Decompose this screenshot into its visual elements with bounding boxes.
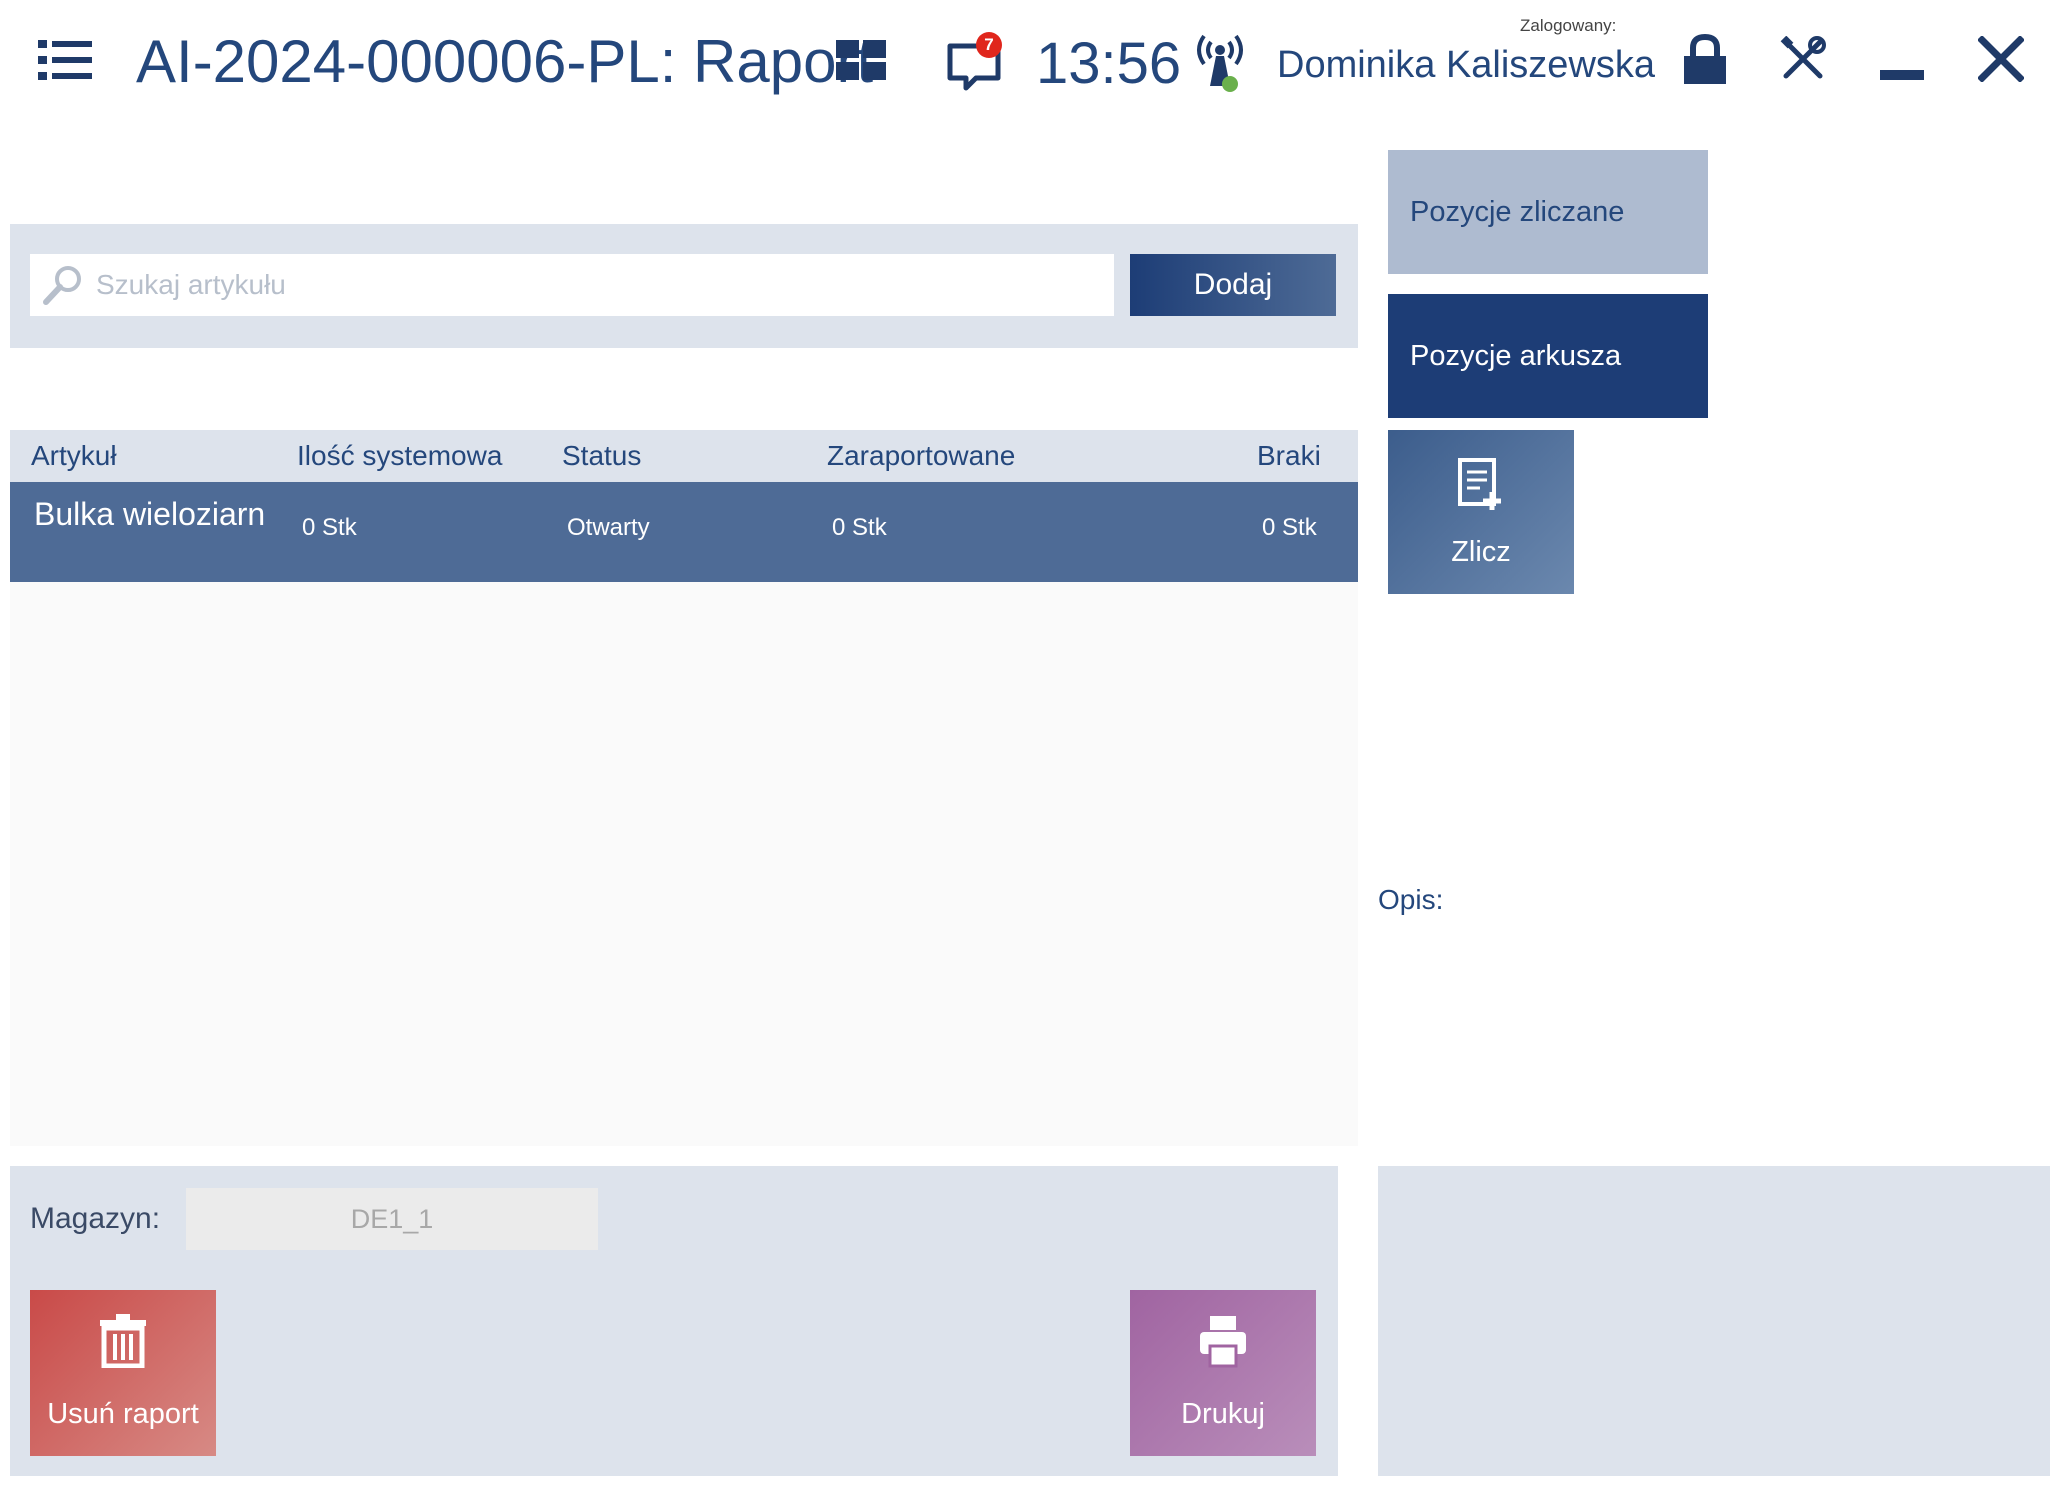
print-button[interactable]: Drukuj (1130, 1290, 1316, 1456)
search-box (30, 254, 1114, 316)
description-label: Opis: (1378, 884, 1444, 915)
signal-tower-icon (1197, 34, 1243, 92)
printer-icon (1200, 1316, 1246, 1368)
tiles-icon[interactable] (836, 40, 886, 80)
count-button[interactable]: Zlicz (1388, 430, 1574, 594)
column-header-shortage[interactable]: Braki (1257, 440, 1321, 472)
messages-button[interactable]: 7 (946, 32, 1006, 92)
column-header-reported[interactable]: Zaraportowane (827, 440, 1015, 472)
cell-status: Otwarty (567, 514, 650, 541)
trash-icon (100, 1314, 146, 1368)
notification-badge: 7 (976, 32, 1002, 58)
delete-report-label: Usuń raport (47, 1398, 199, 1430)
cell-reported: 0 Stk (832, 514, 887, 541)
sheet-items-button[interactable]: Pozycje arkusza (1388, 294, 1708, 418)
delete-report-button[interactable]: Usuń raport (30, 1290, 216, 1456)
user-name: Dominika Kaliszewska (1277, 44, 1656, 86)
print-label: Drukuj (1181, 1398, 1265, 1430)
description-panel (1378, 1166, 2050, 1476)
grid-header: Artykuł Ilość systemowa Status Zaraporto… (10, 430, 1358, 482)
items-grid: Artykuł Ilość systemowa Status Zaraporto… (10, 430, 1358, 1146)
page-title: AI-2024-000006-PL: Raport (136, 28, 874, 95)
list-menu-icon[interactable] (38, 38, 92, 82)
table-row[interactable]: Bulka wieloziarn 0 Stk Otwarty 0 Stk 0 S… (10, 482, 1358, 582)
clock: 13:56 (1036, 31, 1182, 96)
search-icon (43, 266, 81, 305)
cell-article: Bulka wieloziarn (34, 496, 266, 532)
tools-icon[interactable] (1780, 36, 1826, 82)
close-icon[interactable] (1978, 36, 2024, 82)
minimize-icon[interactable] (1880, 70, 1924, 80)
lock-icon[interactable] (1682, 34, 1728, 84)
count-label: Zlicz (1451, 536, 1511, 568)
document-add-icon (1458, 458, 1501, 510)
add-button[interactable]: Dodaj (1130, 254, 1336, 316)
search-input[interactable] (94, 268, 1078, 302)
bottom-panel: Magazyn: DE1_1 Usuń raport Drukuj (10, 1166, 1338, 1476)
warehouse-label: Magazyn: (30, 1202, 161, 1235)
counted-items-button[interactable]: Pozycje zliczane (1388, 150, 1708, 274)
search-panel: Dodaj (10, 224, 1358, 348)
cell-system-qty: 0 Stk (302, 514, 357, 541)
column-header-article[interactable]: Artykuł (31, 440, 117, 472)
logged-in-label: Zalogowany: (1520, 16, 1617, 35)
column-header-system-qty[interactable]: Ilość systemowa (297, 440, 502, 472)
warehouse-field: DE1_1 (186, 1188, 598, 1250)
column-header-status[interactable]: Status (562, 440, 641, 472)
cell-shortage: 0 Stk (1262, 514, 1317, 541)
